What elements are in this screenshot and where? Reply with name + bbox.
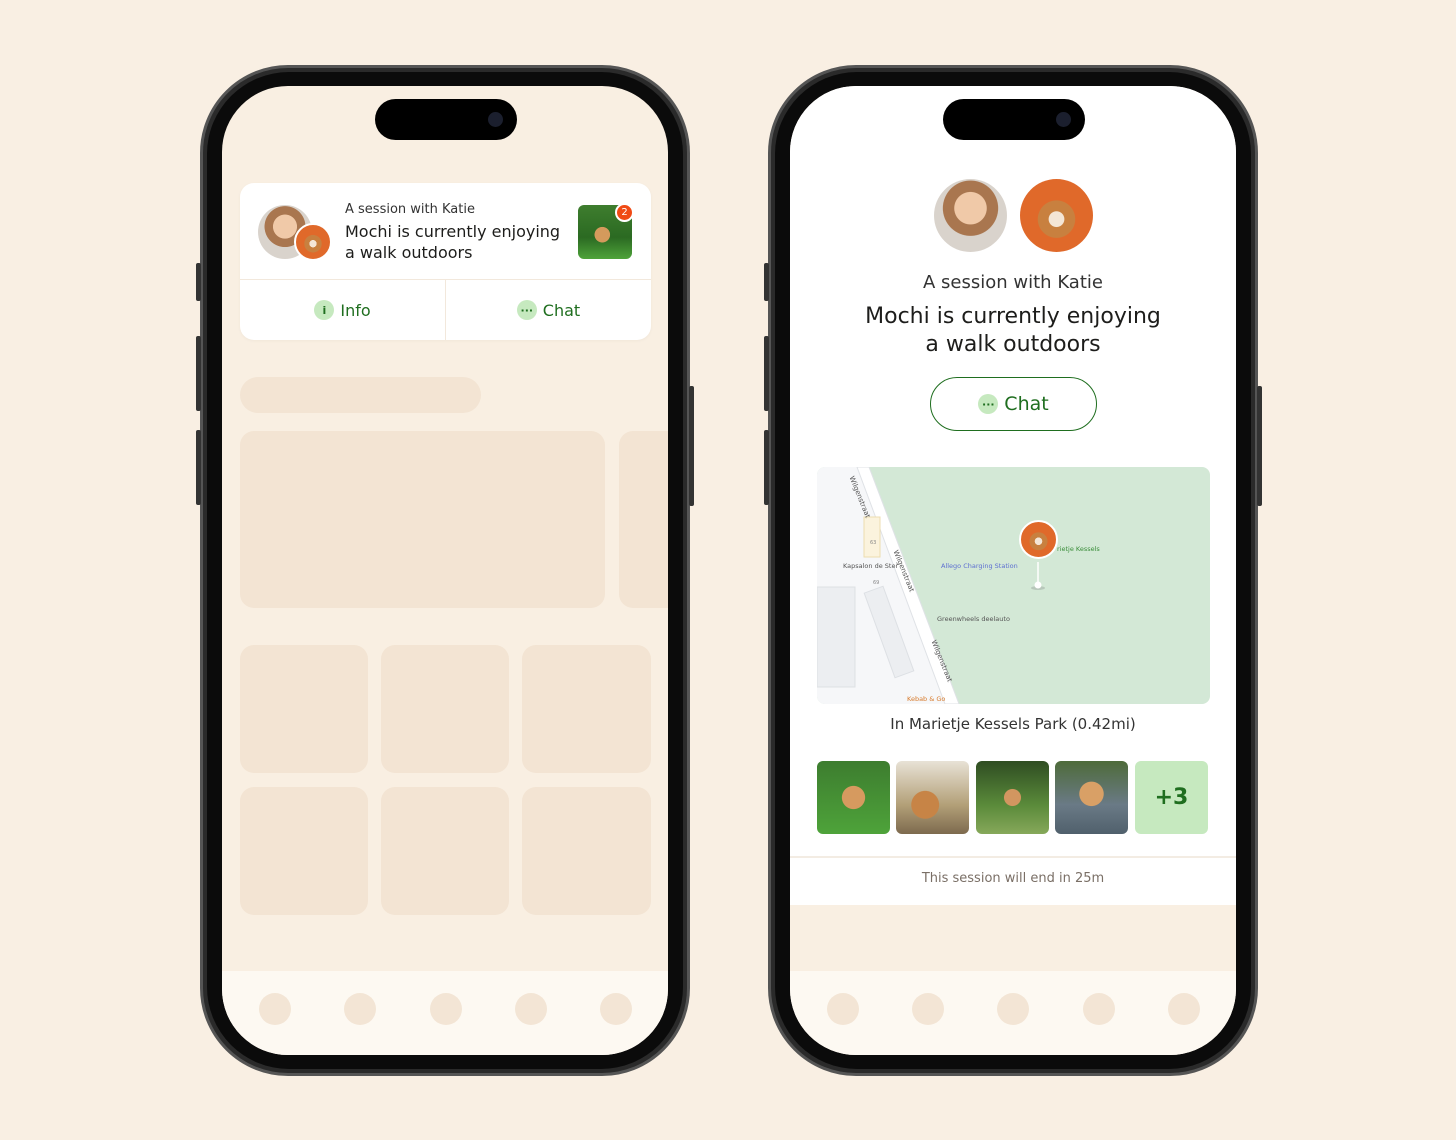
pet-avatar [1020, 179, 1093, 252]
photo-badge: 2 [615, 203, 634, 222]
skeleton-banner [240, 431, 605, 608]
pet-avatar [294, 223, 332, 261]
session-end-text: This session will end in 25m [921, 871, 1105, 886]
poi-greenwheels[interactable]: Greenwheels deelauto [937, 615, 1010, 623]
info-label: Info [340, 300, 371, 320]
more-photos-label: +3 [1154, 785, 1189, 810]
nav-tab[interactable] [1083, 993, 1115, 1025]
poi-allego[interactable]: Allego Charging Station [941, 562, 1018, 570]
chat-bubble-icon: ··· [978, 394, 999, 414]
session-title-2: a walk outdoors [345, 243, 473, 262]
poi-park[interactable]: rietje Kessels [1057, 545, 1100, 553]
nav-tab[interactable] [997, 993, 1029, 1025]
dynamic-island [943, 99, 1085, 140]
pet-location-pin [1019, 520, 1058, 559]
skeleton-heading [240, 377, 481, 413]
skeleton-tile [522, 645, 651, 773]
session-subtitle: A session with Katie [345, 202, 475, 217]
location-text: In Marietje Kessels Park (0.42mi) [890, 715, 1136, 733]
session-title-1: Mochi is currently enjoying [345, 222, 561, 241]
skeleton-tile [381, 787, 509, 915]
skeleton-banner-next [619, 431, 668, 608]
gallery-photo[interactable] [976, 761, 1049, 834]
chat-button[interactable]: ··· Chat [446, 280, 651, 340]
nav-tab[interactable] [600, 993, 632, 1025]
screen-home: A session with Katie Mochi is currently … [222, 86, 668, 1055]
nav-tab[interactable] [259, 993, 291, 1025]
dynamic-island [375, 99, 517, 140]
poi-kebab[interactable]: Kebab & Go [907, 695, 945, 703]
skeleton-tile [381, 645, 509, 773]
skeleton-tile [240, 787, 368, 915]
session-title-1: Mochi is currently enjoying [865, 304, 1161, 329]
nav-tab[interactable] [912, 993, 944, 1025]
more-photos-button[interactable]: +3 [1135, 761, 1208, 834]
phone-right: A session with Katie Mochi is currently … [764, 65, 1262, 1076]
phone-left: A session with Katie Mochi is currently … [196, 65, 694, 1076]
info-button[interactable]: i Info [240, 280, 446, 340]
info-icon: i [314, 300, 335, 320]
nav-tab[interactable] [344, 993, 376, 1025]
bottom-nav [790, 971, 1236, 1055]
poi-kapsalon[interactable]: Kapsalon de Ster [843, 562, 898, 570]
chat-label: Chat [542, 300, 581, 320]
screen-session-detail: A session with Katie Mochi is currently … [790, 86, 1236, 1055]
gallery-photo[interactable] [1055, 761, 1128, 834]
skeleton-tile [240, 645, 368, 773]
house-number: 63 [870, 540, 877, 546]
nav-tab[interactable] [430, 993, 462, 1025]
nav-tab[interactable] [515, 993, 547, 1025]
session-subtitle: A session with Katie [923, 272, 1103, 293]
house-number: 69 [873, 580, 880, 586]
nav-tab[interactable] [1168, 993, 1200, 1025]
session-card[interactable]: A session with Katie Mochi is currently … [240, 183, 651, 340]
skeleton-tile [522, 787, 651, 915]
bottom-nav [222, 971, 668, 1055]
nav-tab[interactable] [827, 993, 859, 1025]
location-map[interactable]: Wilgenstraat Wilgenstraat Wilgenstraat K… [817, 467, 1210, 704]
session-title-2: a walk outdoors [925, 332, 1101, 357]
gallery-photo[interactable] [817, 761, 890, 834]
sitter-avatar [934, 179, 1007, 252]
gallery-photo[interactable] [896, 761, 969, 834]
chat-label: Chat [1004, 393, 1049, 415]
chat-button[interactable]: ··· Chat [930, 377, 1097, 431]
chat-bubble-icon: ··· [516, 300, 537, 320]
